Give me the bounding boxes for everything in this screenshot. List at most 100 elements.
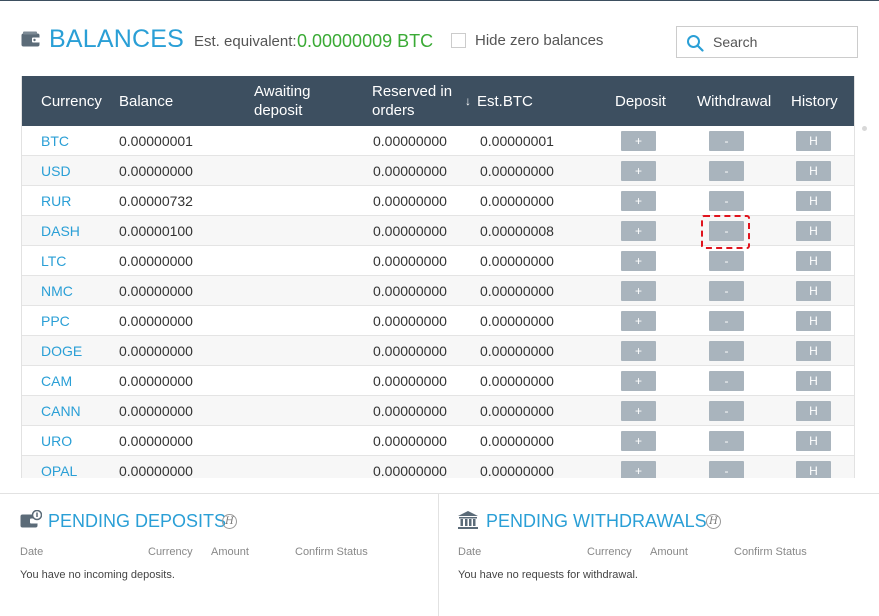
reserved-cell: 0.00000000 <box>373 313 447 329</box>
col-balance[interactable]: Balance <box>119 76 173 126</box>
history-button[interactable]: H <box>796 191 831 211</box>
est-btc-cell: 0.00000000 <box>480 433 554 449</box>
info-icon[interactable]: H <box>222 514 237 529</box>
deposit-button[interactable]: + <box>621 161 656 181</box>
reserved-cell: 0.00000000 <box>373 433 447 449</box>
pending-withdrawals-panel: PENDING WITHDRAWALS H Date Currency Amou… <box>439 494 879 616</box>
balance-cell: 0.00000000 <box>119 463 193 478</box>
reserved-cell: 0.00000000 <box>373 223 447 239</box>
pending-deposits-panel: PENDING DEPOSITS H Date Currency Amount … <box>0 494 438 616</box>
search-box[interactable] <box>676 26 858 58</box>
history-button[interactable]: H <box>796 251 831 271</box>
withdrawal-button[interactable]: - <box>709 371 744 391</box>
est-btc-cell: 0.00000001 <box>480 133 554 149</box>
history-button[interactable]: H <box>796 281 831 301</box>
deposits-col-amount: Amount <box>211 546 249 558</box>
history-button[interactable]: H <box>796 371 831 391</box>
deposit-button[interactable]: + <box>621 191 656 211</box>
currency-link[interactable]: USD <box>41 156 71 186</box>
search-input[interactable] <box>713 32 853 52</box>
table-row: NMC 0.00000000 0.00000000 0.00000000 + - H <box>22 276 854 306</box>
currency-link[interactable]: CANN <box>41 396 81 426</box>
balance-cell: 0.00000000 <box>119 283 193 299</box>
est-btc-cell: 0.00000000 <box>480 283 554 299</box>
currency-link[interactable]: DOGE <box>41 336 82 366</box>
table-header: Currency Balance Awaiting deposit Reserv… <box>22 76 854 126</box>
col-currency[interactable]: Currency <box>41 76 102 126</box>
table-row: CAM 0.00000000 0.00000000 0.00000000 + - H <box>22 366 854 396</box>
balance-cell: 0.00000000 <box>119 313 193 329</box>
currency-link[interactable]: DASH <box>41 216 80 246</box>
currency-link[interactable]: LTC <box>41 246 66 276</box>
hide-zero-label[interactable]: Hide zero balances <box>475 32 603 49</box>
deposit-button[interactable]: + <box>621 311 656 331</box>
table-row: LTC 0.00000000 0.00000000 0.00000000 + - H <box>22 246 854 276</box>
deposit-button[interactable]: + <box>621 281 656 301</box>
currency-link[interactable]: URO <box>41 426 72 456</box>
info-icon[interactable]: H <box>706 514 721 529</box>
reserved-cell: 0.00000000 <box>373 343 447 359</box>
balance-cell: 0.00000001 <box>119 133 193 149</box>
history-button[interactable]: H <box>796 341 831 361</box>
est-equivalent-label: Est. equivalent: <box>194 33 297 50</box>
pending-section: PENDING DEPOSITS H Date Currency Amount … <box>0 493 879 616</box>
withdrawal-button[interactable]: - <box>709 281 744 301</box>
deposits-col-currency: Currency <box>148 546 193 558</box>
currency-link[interactable]: NMC <box>41 276 73 306</box>
balance-cell: 0.00000000 <box>119 373 193 389</box>
withdrawal-button[interactable]: - <box>709 131 744 151</box>
history-button[interactable]: H <box>796 161 831 181</box>
withdrawal-button[interactable]: - <box>709 401 744 421</box>
deposit-button[interactable]: + <box>621 221 656 241</box>
wallet-deposit-icon <box>20 510 42 528</box>
col-history: History <box>791 92 838 110</box>
history-button[interactable]: H <box>796 311 831 331</box>
balance-cell: 0.00000000 <box>119 163 193 179</box>
currency-link[interactable]: PPC <box>41 306 70 336</box>
withdrawals-empty-message: You have no requests for withdrawal. <box>458 569 638 581</box>
table-row: OPAL 0.00000000 0.00000000 0.00000000 + - H <box>22 456 854 478</box>
history-button[interactable]: H <box>796 461 831 478</box>
deposit-button[interactable]: + <box>621 431 656 451</box>
withdrawal-button[interactable]: - <box>709 191 744 211</box>
withdrawal-button[interactable]: - <box>709 161 744 181</box>
deposits-col-date: Date <box>20 546 44 558</box>
reserved-cell: 0.00000000 <box>373 463 447 478</box>
est-btc-cell: 0.00000000 <box>480 373 554 389</box>
withdrawal-button[interactable]: - <box>709 461 744 478</box>
withdrawals-col-amount: Amount <box>650 546 688 558</box>
deposit-button[interactable]: + <box>621 131 656 151</box>
wallet-icon <box>21 31 40 47</box>
withdrawal-button[interactable]: - <box>709 341 744 361</box>
currency-link[interactable]: RUR <box>41 186 71 216</box>
est-btc-cell: 0.00000000 <box>480 463 554 478</box>
withdrawal-button[interactable]: - <box>709 311 744 331</box>
balances-header: BALANCES Est. equivalent: 0.00000009 BTC… <box>0 0 879 76</box>
deposit-button[interactable]: + <box>621 401 656 421</box>
scrollbar-indicator[interactable] <box>862 126 867 131</box>
history-button[interactable]: H <box>796 131 831 151</box>
col-reserved-in-orders[interactable]: Reserved in orders <box>372 76 462 126</box>
history-button[interactable]: H <box>796 431 831 451</box>
deposit-button[interactable]: + <box>621 251 656 271</box>
reserved-cell: 0.00000000 <box>373 193 447 209</box>
withdrawal-button[interactable]: - <box>709 251 744 271</box>
deposit-button[interactable]: + <box>621 371 656 391</box>
balance-cell: 0.00000000 <box>119 433 193 449</box>
col-est-btc[interactable]: ↓ Est.BTC <box>465 76 533 126</box>
reserved-cell: 0.00000000 <box>373 163 447 179</box>
currency-link[interactable]: OPAL <box>41 456 77 478</box>
currency-link[interactable]: BTC <box>41 126 69 156</box>
deposit-button[interactable]: + <box>621 341 656 361</box>
withdrawal-button[interactable]: - <box>709 431 744 451</box>
balances-table: Currency Balance Awaiting deposit Reserv… <box>21 76 855 478</box>
history-button[interactable]: H <box>796 401 831 421</box>
deposit-button[interactable]: + <box>621 461 656 478</box>
withdrawals-col-date: Date <box>458 546 482 558</box>
hide-zero-checkbox[interactable] <box>451 33 466 48</box>
highlight-box <box>701 215 750 249</box>
currency-link[interactable]: CAM <box>41 366 72 396</box>
col-awaiting-deposit[interactable]: Awaiting deposit <box>254 76 334 126</box>
history-button[interactable]: H <box>796 221 831 241</box>
balance-cell: 0.00000000 <box>119 403 193 419</box>
